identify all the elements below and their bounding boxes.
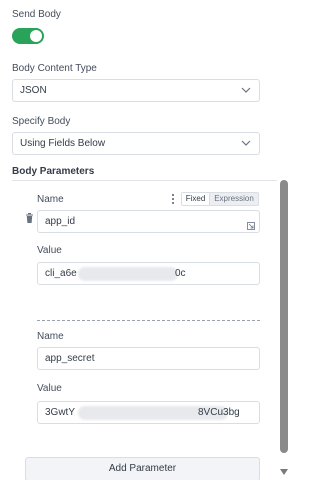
param-value-label: Value <box>37 383 62 394</box>
body-content-type-select[interactable]: JSON <box>12 79 260 102</box>
param-name-value: app_secret <box>45 353 95 364</box>
redacted-value <box>78 267 178 281</box>
param-name-input[interactable]: app_secret <box>37 347 260 370</box>
send-body-label: Send Body <box>12 9 61 20</box>
send-body-toggle[interactable] <box>12 28 44 44</box>
param-value-prefix: 3GwtY <box>45 407 76 418</box>
toggle-knob <box>30 30 42 42</box>
param-value-label: Value <box>37 245 62 256</box>
chevron-down-icon <box>241 140 251 146</box>
fixed-option[interactable]: Fixed <box>182 193 210 205</box>
scrollbar-thumb[interactable] <box>280 180 288 453</box>
section-divider <box>12 180 277 181</box>
param-value-input[interactable]: cli_a6e 0c <box>37 262 260 285</box>
param-value-suffix: 8VCu3bg <box>198 407 240 418</box>
trash-icon[interactable] <box>25 213 34 223</box>
param-value-input[interactable]: 3GwtY 8VCu3bg <box>37 401 260 424</box>
param-name-value: app_id <box>45 216 76 227</box>
kebab-menu-icon[interactable] <box>171 194 175 205</box>
param-name-input[interactable]: app_id <box>37 210 260 233</box>
param-value-prefix: cli_a6e <box>45 268 77 279</box>
chevron-down-icon <box>241 87 251 93</box>
scroll-down-arrow-icon[interactable] <box>279 468 289 476</box>
fixed-expression-toggle[interactable]: Fixed Expression <box>181 192 259 206</box>
param-name-label: Name <box>37 331 64 342</box>
param-separator <box>37 320 260 321</box>
specify-body-label: Specify Body <box>12 116 71 127</box>
body-parameters-heading: Body Parameters <box>12 166 95 177</box>
param-name-label: Name <box>37 194 64 205</box>
param-value-suffix: 0c <box>175 268 186 279</box>
add-parameter-button[interactable]: Add Parameter <box>25 457 260 480</box>
specify-body-value: Using Fields Below <box>20 138 106 149</box>
body-content-type-label: Body Content Type <box>12 63 97 74</box>
body-settings-panel: Send Body Body Content Type JSON Specify… <box>0 0 291 480</box>
expand-icon[interactable] <box>247 222 255 230</box>
specify-body-select[interactable]: Using Fields Below <box>12 132 260 155</box>
body-content-type-value: JSON <box>20 85 47 96</box>
expression-option[interactable]: Expression <box>210 193 258 205</box>
